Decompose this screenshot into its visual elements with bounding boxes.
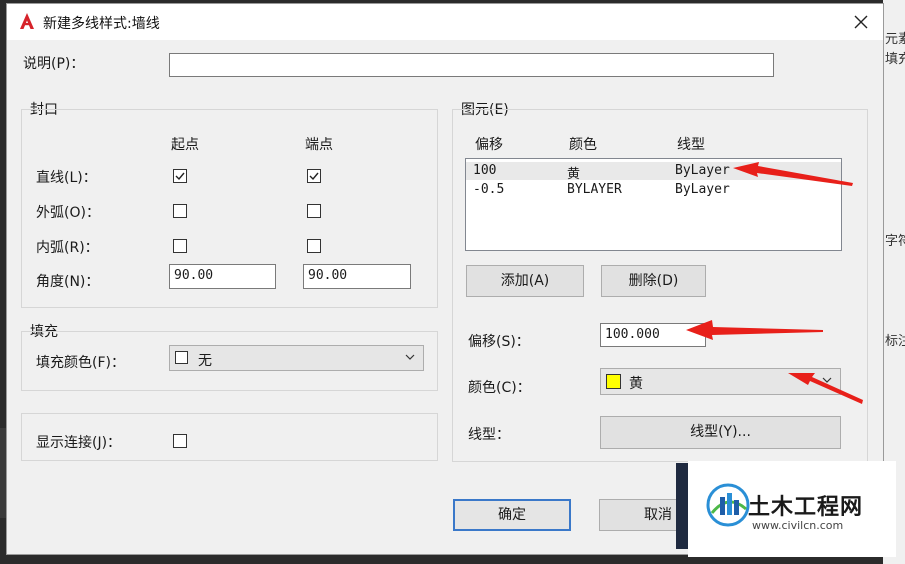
civilcn-logo-icon — [706, 483, 750, 527]
annotation-arrow-icon — [733, 162, 853, 186]
annotation-arrow-icon — [686, 320, 823, 340]
watermark-title: 土木工程网 — [748, 495, 864, 520]
watermark-logo: 土木工程网 www.civilcn.com — [688, 461, 896, 557]
annotation-arrow-icon — [788, 373, 863, 404]
watermark-url: www.civilcn.com — [752, 519, 844, 532]
watermark-backdrop — [676, 463, 688, 549]
